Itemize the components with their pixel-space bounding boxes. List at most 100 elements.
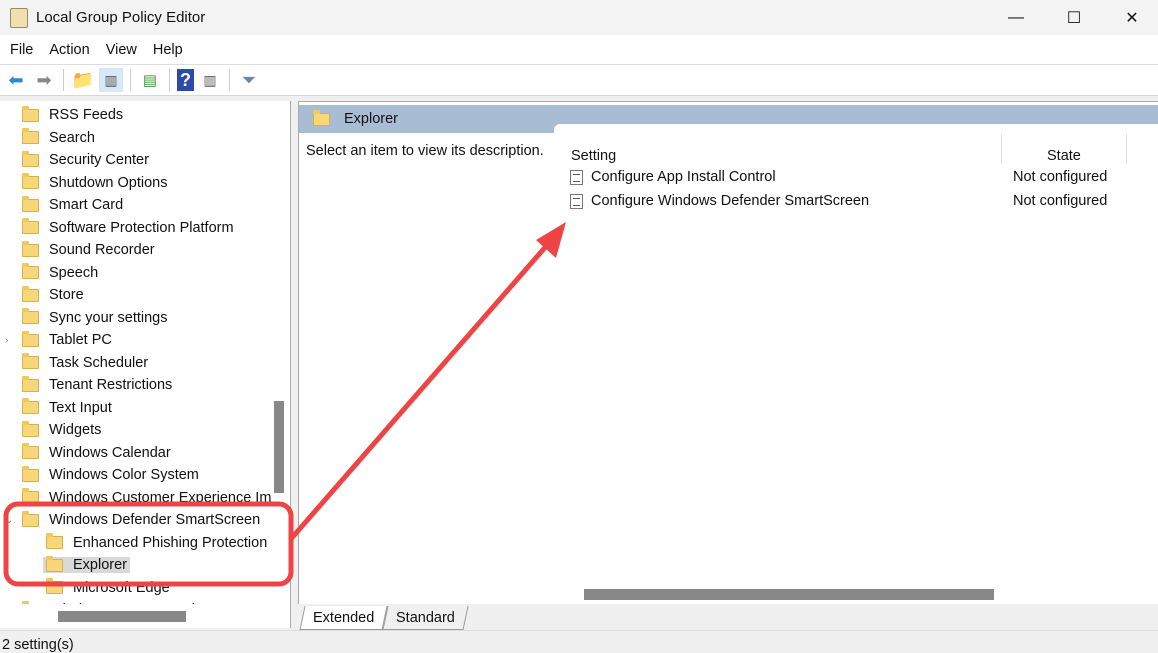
folder-icon [46, 559, 63, 572]
tree-item-label: Search [49, 130, 95, 146]
tree-item-label: Security Center [49, 152, 149, 168]
menu-view[interactable]: View [106, 42, 137, 58]
folder-header-title: Explorer [344, 111, 398, 127]
tree-item[interactable]: Microsoft Edge [0, 577, 272, 600]
tree-item-label: Windows Defender SmartScreen [49, 512, 260, 528]
tree-item[interactable]: Task Scheduler [0, 352, 272, 375]
tree-item-label: Task Scheduler [49, 355, 148, 371]
folder-icon [22, 266, 39, 279]
tree-item-label: Windows Customer Experience Im [49, 490, 271, 506]
folder-icon [22, 401, 39, 414]
chevron-down-icon[interactable]: ⌄ [5, 515, 13, 526]
setting-name: Configure Windows Defender SmartScreen [591, 193, 869, 209]
folder-icon [22, 469, 39, 482]
title-bar: Local Group Policy Editor — ☐ ✕ [0, 0, 1158, 35]
details-horizontal-scrollbar[interactable] [584, 589, 994, 600]
folder-icon [22, 334, 39, 347]
tree-item[interactable]: Security Center [0, 149, 272, 172]
tree-item[interactable]: Enhanced Phishing Protection [0, 532, 272, 555]
window-title: Local Group Policy Editor [36, 9, 205, 26]
tree-item[interactable]: Sync your settings [0, 307, 272, 330]
help-icon[interactable]: ? [177, 69, 194, 91]
toolbar: ⬅ ➡ 📁 ▥ ▤ ? ▥ ⏷ [0, 65, 1158, 96]
folder-icon [46, 536, 63, 549]
tree-horizontal-scrollbar[interactable] [58, 611, 186, 622]
tree-item[interactable]: Tenant Restrictions [0, 374, 272, 397]
tree-item-label: Widgets [49, 422, 101, 438]
tree-item[interactable]: Windows Error Reporting [0, 599, 272, 604]
tree-item[interactable]: Store [0, 284, 272, 307]
tab-label: Extended [313, 610, 374, 626]
folder-icon [22, 176, 39, 189]
menu-help[interactable]: Help [153, 42, 183, 58]
tree-item-label: Shutdown Options [49, 175, 168, 191]
folder-icon [22, 109, 39, 122]
policy-setting-icon [570, 194, 583, 209]
tree-item-label: Windows Color System [49, 467, 199, 483]
folder-icon [46, 581, 63, 594]
tree-item-label: Microsoft Edge [73, 580, 170, 596]
filter-icon[interactable]: ⏷ [237, 68, 261, 92]
folder-icon [313, 113, 330, 126]
tree-item[interactable]: › Tablet PC [0, 329, 272, 352]
tab-label: Standard [396, 610, 455, 626]
tree-item-label: RSS Feeds [49, 107, 123, 123]
show-hide-action-pane-icon[interactable]: ▥ [198, 68, 222, 92]
setting-row[interactable]: Configure App Install Control Not config… [570, 166, 1158, 188]
tree-item[interactable]: Text Input [0, 397, 272, 420]
up-folder-icon[interactable]: 📁 [71, 68, 95, 92]
app-icon [10, 8, 28, 28]
tree-item[interactable]: Widgets [0, 419, 272, 442]
folder-icon [22, 131, 39, 144]
details-pane: Explorer Select an item to view its desc… [298, 101, 1158, 604]
tree-item[interactable]: ⌄ Windows Defender SmartScreen [0, 509, 272, 532]
back-icon[interactable]: ⬅ [4, 68, 28, 92]
minimize-button[interactable]: — [987, 0, 1045, 35]
policy-setting-icon [570, 170, 583, 185]
maximize-button[interactable]: ☐ [1045, 0, 1103, 35]
view-tabs: Extended Standard [298, 605, 1158, 630]
tree-item-label: Smart Card [49, 197, 123, 213]
chevron-right-icon[interactable]: › [5, 335, 8, 346]
tree-item-label: Software Protection Platform [49, 220, 234, 236]
tree-item[interactable]: Smart Card [0, 194, 272, 217]
show-hide-tree-icon[interactable]: ▥ [99, 68, 123, 92]
menu-action[interactable]: Action [49, 42, 89, 58]
tree-item-label: Enhanced Phishing Protection [73, 535, 267, 551]
folder-icon [22, 154, 39, 167]
tab-extended[interactable]: Extended [299, 606, 387, 630]
status-bar: 2 setting(s) [0, 630, 1158, 651]
setting-name: Configure App Install Control [591, 169, 776, 185]
tree-item-label: Store [49, 287, 84, 303]
tree-item[interactable]: Software Protection Platform [0, 217, 272, 240]
setting-row[interactable]: Configure Windows Defender SmartScreen N… [570, 190, 1158, 212]
setting-state: Not configured [1013, 169, 1107, 185]
tree-item[interactable]: Shutdown Options [0, 172, 272, 195]
tree-item-label: Windows Calendar [49, 445, 171, 461]
tree-item[interactable]: Search [0, 127, 272, 150]
tree-item[interactable]: Speech [0, 262, 272, 285]
tree-item[interactable]: Explorer [0, 554, 272, 577]
folder-icon [22, 424, 39, 437]
forward-icon[interactable]: ➡ [32, 68, 56, 92]
folder-icon [22, 289, 39, 302]
export-list-icon[interactable]: ▤ [138, 68, 162, 92]
menu-file[interactable]: File [10, 42, 33, 58]
tree-item[interactable]: Sound Recorder [0, 239, 272, 262]
close-button[interactable]: ✕ [1103, 0, 1158, 35]
tree-item[interactable]: Windows Customer Experience Im [0, 487, 272, 510]
tree-item-label: Tablet PC [49, 332, 112, 348]
tree-vertical-scrollbar[interactable] [274, 401, 284, 493]
tree-item-label: Explorer [73, 557, 127, 573]
menu-bar: File Action View Help [0, 35, 1158, 65]
policy-tree: RSS Feeds Search Security Center Shutdown O… [0, 104, 272, 604]
tree-item-label: Sound Recorder [49, 242, 155, 258]
setting-state: Not configured [1013, 193, 1107, 209]
description-text: Select an item to view its description. [306, 143, 544, 159]
tree-item[interactable]: Windows Color System [0, 464, 272, 487]
tree-item[interactable]: RSS Feeds [0, 104, 272, 127]
tree-item-label: Windows Error Reporting [49, 602, 211, 604]
tab-standard[interactable]: Standard [383, 606, 469, 630]
folder-icon [22, 244, 39, 257]
tree-item[interactable]: Windows Calendar [0, 442, 272, 465]
